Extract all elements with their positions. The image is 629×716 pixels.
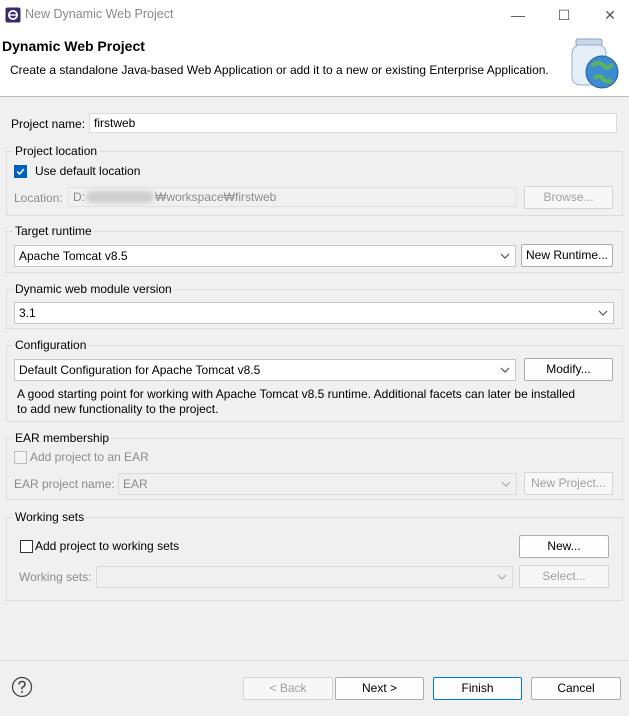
target-runtime-title: Target runtime	[13, 224, 94, 238]
footer-divider	[0, 660, 629, 661]
location-prefix: D:	[73, 190, 85, 204]
working-sets-title: Working sets	[13, 510, 87, 524]
window-title: New Dynamic Web Project	[25, 7, 174, 21]
add-to-ear-label: Add project to an EAR	[30, 450, 149, 464]
page-description: Create a standalone Java-based Web Appli…	[10, 63, 549, 77]
working-sets-label: Working sets:	[19, 570, 92, 584]
add-to-working-sets-checkbox[interactable]	[20, 540, 33, 553]
title-bar: New Dynamic Web Project — ☐ ✕	[0, 0, 629, 30]
configuration-select[interactable]: Default Configuration for Apache Tomcat …	[14, 359, 516, 381]
help-icon[interactable]	[11, 676, 33, 698]
chevron-down-icon	[598, 310, 608, 316]
target-runtime-value: Apache Tomcat v8.5	[19, 249, 128, 263]
configuration-description: A good starting point for working with A…	[17, 387, 619, 417]
chevron-down-icon	[501, 481, 511, 487]
module-version-value: 3.1	[19, 306, 36, 320]
ear-project-value: EAR	[123, 477, 148, 491]
project-name-input[interactable]: firstweb	[89, 113, 617, 133]
cancel-button[interactable]: Cancel	[531, 677, 621, 700]
configuration-description-line1: A good starting point for working with A…	[17, 387, 576, 401]
minimize-button[interactable]: —	[506, 3, 530, 27]
web-project-jar-globe-icon	[571, 38, 619, 89]
target-runtime-select[interactable]: Apache Tomcat v8.5	[14, 245, 516, 267]
check-icon	[16, 168, 25, 176]
module-version-select[interactable]: 3.1	[14, 302, 614, 324]
browse-button[interactable]: Browse...	[524, 186, 613, 209]
configuration-description-line2: to add new functionality to the project.	[17, 402, 219, 416]
ear-membership-title: EAR membership	[13, 431, 112, 445]
header-banner: Dynamic Web Project Create a standalone …	[0, 30, 629, 97]
new-ear-project-button[interactable]: New Project...	[524, 472, 613, 495]
location-input[interactable]: D: ₩workspace₩firstweb	[68, 187, 517, 207]
add-to-ear-checkbox[interactable]	[14, 451, 27, 464]
use-default-location-checkbox[interactable]	[14, 165, 27, 178]
project-location-title: Project location	[13, 144, 100, 158]
configuration-value: Default Configuration for Apache Tomcat …	[19, 363, 261, 377]
finish-button[interactable]: Finish	[433, 677, 522, 700]
chevron-down-icon	[500, 253, 510, 259]
chevron-down-icon	[500, 367, 510, 373]
use-default-location-label: Use default location	[35, 164, 141, 178]
working-sets-select[interactable]	[96, 566, 513, 588]
project-name-label: Project name:	[11, 117, 86, 131]
chevron-down-icon	[497, 574, 507, 580]
select-working-sets-button[interactable]: Select...	[519, 565, 609, 588]
new-runtime-button[interactable]: New Runtime...	[521, 244, 613, 267]
new-working-set-button[interactable]: New...	[519, 535, 609, 558]
configuration-title: Configuration	[13, 338, 89, 352]
page-title: Dynamic Web Project	[2, 38, 145, 54]
ear-project-select[interactable]: EAR	[118, 473, 517, 495]
modify-button[interactable]: Modify...	[524, 358, 613, 381]
redacted-path	[86, 191, 154, 203]
ear-project-name-label: EAR project name:	[14, 477, 115, 491]
add-to-working-sets-label: Add project to working sets	[35, 539, 180, 553]
maximize-button[interactable]: ☐	[552, 3, 576, 27]
module-version-title: Dynamic web module version	[13, 282, 174, 296]
location-label: Location:	[14, 191, 63, 205]
close-button[interactable]: ✕	[598, 3, 622, 27]
next-button[interactable]: Next >	[335, 677, 424, 700]
back-button[interactable]: < Back	[243, 677, 333, 700]
location-suffix: ₩workspace₩firstweb	[155, 190, 277, 204]
eclipse-app-icon	[5, 7, 21, 23]
working-sets-group	[6, 517, 623, 601]
